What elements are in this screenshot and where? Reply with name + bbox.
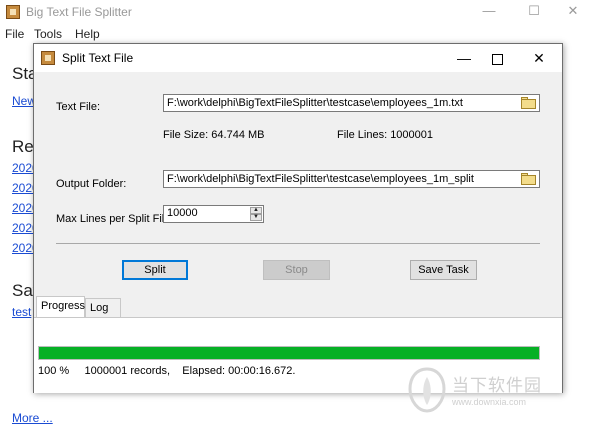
browse-folder-icon[interactable] — [520, 172, 538, 186]
watermark-url: www.downxia.com — [452, 397, 527, 407]
maximize-button[interactable]: ☐ — [514, 2, 554, 22]
menu-file[interactable]: File — [5, 27, 24, 41]
close-button[interactable]: ✕ — [553, 2, 589, 22]
separator — [56, 243, 540, 244]
stepper-down-icon[interactable]: ▼ — [250, 214, 262, 221]
main-window-title: Big Text File Splitter — [26, 5, 132, 19]
progress-fill — [39, 347, 539, 359]
menu-help[interactable]: Help — [75, 27, 100, 41]
dialog-title: Split Text File — [62, 51, 134, 65]
app-icon — [6, 5, 20, 19]
minimize-button[interactable]: — — [469, 2, 509, 22]
dialog-minimize-button[interactable]: — — [449, 48, 479, 68]
watermark-logo-icon — [408, 367, 446, 413]
output-folder-input[interactable]: F:\work\delphi\BigTextFileSplitter\testc… — [163, 170, 540, 188]
saved-task-link[interactable]: test — [12, 305, 31, 319]
stepper-arrows[interactable]: ▲ ▼ — [250, 207, 262, 221]
dialog-icon — [41, 51, 55, 65]
max-lines-label: Max Lines per Split File — [56, 213, 171, 225]
save-task-button[interactable]: Save Task — [410, 260, 477, 280]
tab-progress[interactable]: Progress — [36, 296, 85, 318]
split-dialog: Split Text File — ✕ Text File: F:\work\d… — [33, 43, 563, 393]
progress-bar — [38, 346, 540, 360]
progress-status: 100 % 1000001 records, Elapsed: 00:00:16… — [38, 365, 296, 377]
file-lines-text: File Lines: 1000001 — [337, 129, 434, 141]
main-titlebar: Big Text File Splitter — ☐ ✕ — [0, 0, 589, 24]
recent-heading: Re — [12, 137, 34, 156]
tab-log[interactable]: Log — [85, 298, 121, 318]
stepper-up-icon[interactable]: ▲ — [250, 207, 262, 214]
text-file-input[interactable]: F:\work\delphi\BigTextFileSplitter\testc… — [163, 94, 540, 112]
dialog-maximize-button[interactable] — [482, 48, 512, 68]
stop-button[interactable]: Stop — [263, 260, 330, 280]
more-link[interactable]: More ... — [12, 411, 53, 425]
main-menubar: File Tools Help — [0, 24, 589, 44]
max-lines-stepper[interactable]: 10000 ▲ ▼ — [163, 205, 264, 223]
dialog-titlebar: Split Text File — ✕ — [34, 44, 562, 72]
output-folder-label: Output Folder: — [56, 178, 127, 190]
dialog-close-button[interactable]: ✕ — [524, 48, 554, 68]
file-size-text: File Size: 64.744 MB — [163, 129, 265, 141]
text-file-label: Text File: — [56, 101, 101, 113]
max-lines-value: 10000 — [167, 207, 198, 219]
menu-tools[interactable]: Tools — [34, 27, 62, 41]
watermark-text: 当下软件园 — [452, 376, 542, 395]
browse-file-icon[interactable] — [520, 96, 538, 110]
split-button[interactable]: Split — [122, 260, 188, 280]
